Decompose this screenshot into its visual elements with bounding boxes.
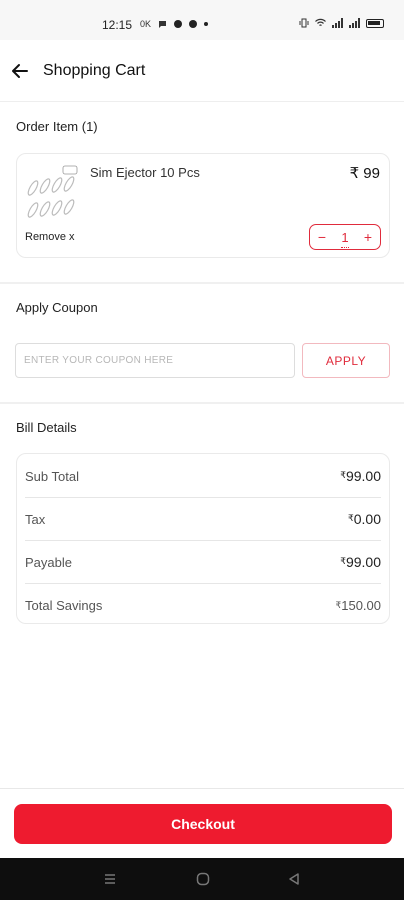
remove-item-button[interactable]: Remove x — [25, 231, 75, 243]
order-section-title: Order Item (1) — [16, 119, 98, 134]
wifi-icon — [315, 18, 326, 26]
cart-item-card: Sim Ejector 10 Pcs ₹ 99 Remove x − 1 + — [16, 153, 390, 258]
bill-amount: 99.00 — [345, 468, 381, 484]
coupon-section-title: Apply Coupon — [16, 300, 98, 315]
apply-coupon-button[interactable]: APPLY — [302, 343, 390, 378]
bill-value: ₹150.00 — [336, 598, 382, 613]
arrow-left-icon[interactable] — [10, 61, 30, 81]
status-time: 12:15 — [102, 18, 133, 32]
section-divider — [0, 282, 404, 284]
menu-icon[interactable] — [102, 871, 118, 887]
bill-amount: 99.00 — [345, 554, 381, 570]
system-nav-bar — [0, 858, 404, 900]
home-circle-icon[interactable] — [195, 871, 211, 887]
checkout-button[interactable]: Checkout — [14, 804, 392, 844]
section-divider — [0, 402, 404, 404]
rupee-icon: ₹ — [340, 470, 346, 480]
rupee-icon: ₹ — [340, 556, 346, 566]
bill-label: Total Savings — [25, 598, 103, 613]
app-header: Shopping Cart — [0, 40, 404, 102]
decrease-quantity-button[interactable]: − — [316, 230, 328, 244]
increase-quantity-button[interactable]: + — [362, 230, 374, 244]
product-name[interactable]: Sim Ejector 10 Pcs — [90, 165, 200, 180]
quantity-stepper: − 1 + — [309, 224, 381, 250]
app-notification-icon — [189, 20, 198, 28]
bill-details-card: Sub Total ₹99.00 Tax ₹0.00 Payable ₹99.0… — [16, 453, 390, 624]
bill-label: Sub Total — [25, 468, 79, 484]
bill-row-subtotal: Sub Total ₹99.00 — [25, 455, 381, 498]
more-notifications-icon — [204, 22, 209, 26]
bill-value: ₹0.00 — [348, 511, 381, 527]
bill-amount: 0.00 — [353, 511, 381, 527]
bill-label: Tax — [25, 511, 46, 527]
message-icon — [159, 20, 167, 28]
bill-value: ₹99.00 — [340, 468, 381, 484]
bill-value: ₹99.00 — [340, 554, 381, 570]
quantity-value[interactable]: 1 — [341, 230, 349, 248]
rupee-icon: ₹ — [348, 513, 354, 523]
status-bar: 12:15 0K — [0, 0, 404, 40]
product-price: ₹ 99 — [349, 165, 380, 182]
battery-icon — [366, 18, 384, 28]
bill-row-tax: Tax ₹0.00 — [25, 498, 381, 541]
bill-row-payable: Payable ₹99.00 — [25, 541, 381, 584]
back-triangle-icon[interactable] — [286, 871, 302, 887]
vibrate-icon — [299, 18, 309, 28]
bill-label: Payable — [25, 554, 72, 570]
page-title: Shopping Cart — [43, 62, 146, 79]
product-image — [27, 165, 78, 218]
coupon-input[interactable] — [15, 343, 295, 378]
bill-row-savings: Total Savings ₹150.00 — [25, 584, 381, 627]
footer-divider — [0, 788, 404, 789]
bill-amount: 150.00 — [341, 598, 381, 613]
notification-icons: 0K — [140, 19, 209, 29]
signal-icon — [349, 18, 360, 28]
signal-icon — [332, 18, 343, 28]
app-notification-icon — [174, 20, 183, 28]
rupee-icon: ₹ — [335, 600, 342, 610]
system-icons — [299, 18, 384, 28]
bill-section-title: Bill Details — [16, 420, 77, 435]
carrier-badge: 0K — [140, 19, 152, 29]
